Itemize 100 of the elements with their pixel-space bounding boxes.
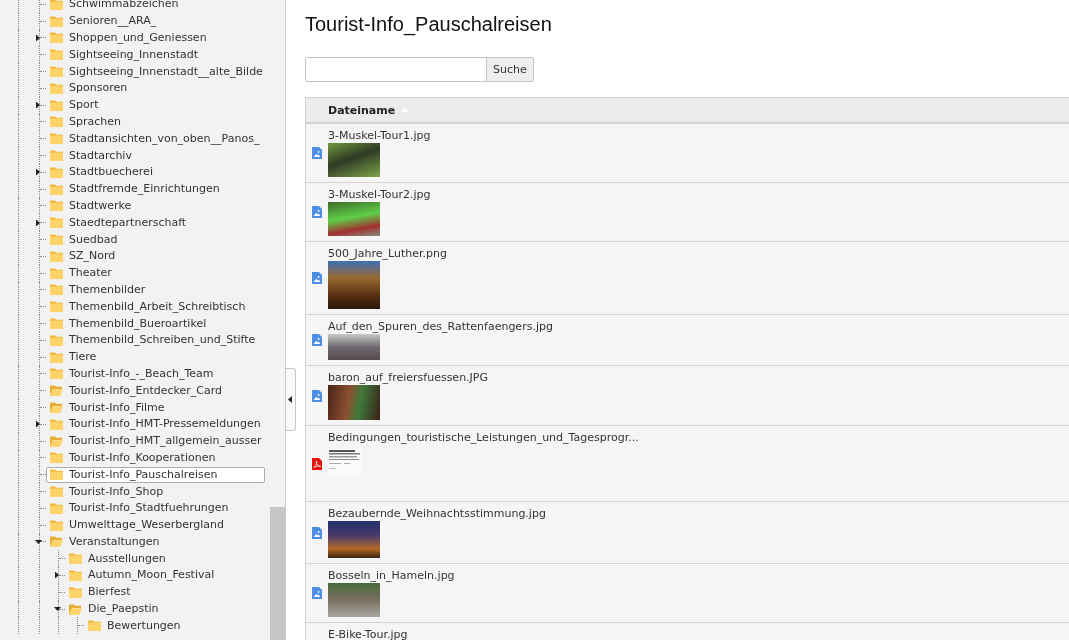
tree-item[interactable]: Tourist-Info_HMT-Pressemeldungen <box>46 416 265 433</box>
folder-icon <box>50 351 63 363</box>
photo-placeholder <box>328 261 380 309</box>
folder-icon <box>50 15 63 27</box>
tree-item[interactable]: Stadtbuecherei <box>46 164 265 181</box>
expand-arrow-icon[interactable] <box>36 168 40 176</box>
expand-arrow-icon[interactable] <box>36 34 40 42</box>
tree-item[interactable]: Themenbild_Bueroartikel <box>46 315 265 332</box>
tree-item[interactable]: Senioren__ARA_ <box>46 13 265 30</box>
open-folder-icon <box>50 385 63 397</box>
folder-icon <box>50 452 63 464</box>
open-folder-icon <box>69 603 82 615</box>
tree-item[interactable]: Sponsoren <box>46 80 265 97</box>
expand-arrow-icon[interactable] <box>36 420 40 428</box>
tree-item[interactable]: Tourist-Info_Shop <box>46 483 265 500</box>
folder-icon <box>50 334 63 346</box>
open-folder-icon <box>50 435 63 447</box>
column-header[interactable]: Dateiname <box>328 103 409 117</box>
tree-item[interactable]: Autumn_Moon_Festival <box>65 567 265 584</box>
search-field[interactable] <box>305 57 487 82</box>
collapse-arrow-icon[interactable] <box>35 539 42 544</box>
tree-item[interactable]: Themenbild_Arbeit_Schreibtisch <box>46 298 265 315</box>
tree-item[interactable]: Tourist-Info_Pauschalreisen <box>46 466 265 483</box>
file-name-link[interactable]: 3-Muskel-Tour1.jpg <box>328 129 431 142</box>
collapse-arrow-icon[interactable] <box>54 607 61 612</box>
folder-icon <box>50 502 63 514</box>
expand-arrow-icon[interactable] <box>36 101 40 109</box>
tree-item[interactable]: Tourist-Info_-_Beach_Team <box>46 365 265 382</box>
tree-item[interactable]: Umwelttage_Weserbergland <box>46 517 265 534</box>
tree-item[interactable]: Sprachen <box>46 113 265 130</box>
tree-item[interactable]: Theater <box>46 265 265 282</box>
folder-icon <box>50 49 63 61</box>
file-name-link[interactable]: Auf_den_Spuren_des_Rattenfaengers.jpg <box>328 320 553 333</box>
expand-arrow-icon[interactable] <box>55 572 59 579</box>
tree-item[interactable]: Schwimmabzeichen <box>46 0 265 13</box>
tree-item[interactable]: Stadtarchiv <box>46 147 265 164</box>
open-folder-icon <box>50 402 63 413</box>
scrollbar-thumb[interactable] <box>270 507 285 640</box>
image-file-icon <box>312 526 322 539</box>
folder-icon <box>50 200 63 212</box>
tree-item[interactable]: Tourist-Info_Stadtfuehrungen <box>46 500 265 517</box>
file-name-link[interactable]: Bosseln_in_Hameln.jpg <box>328 569 455 582</box>
file-name-link[interactable]: Bedingungen_touristische_Leistungen_und_Tagesprogr... <box>328 431 639 444</box>
tree-item[interactable]: Sport <box>46 97 265 114</box>
tree-item[interactable]: Veranstaltungen <box>46 533 265 550</box>
tree-item[interactable]: Stadtfremde_Einrichtungen <box>46 181 265 198</box>
pdf-file-icon <box>312 457 322 470</box>
tree-item[interactable]: Tourist-Info_Filme <box>46 399 265 416</box>
folder-icon <box>69 586 82 598</box>
search-button[interactable]: Suche <box>486 57 534 82</box>
folder-icon <box>50 486 63 497</box>
image-file-icon <box>312 334 322 346</box>
photo-placeholder <box>328 143 380 177</box>
tree-item[interactable]: Die_Paepstin <box>65 601 265 618</box>
tree-item[interactable]: Sightseeing_Innenstadt__alte_Bilde <box>46 63 265 80</box>
tree-item[interactable]: Tiere <box>46 349 265 366</box>
folder-icon <box>50 99 63 111</box>
tree-item[interactable]: Shoppen_und_Geniessen <box>46 30 265 46</box>
folder-icon <box>50 183 63 195</box>
tree-item[interactable]: Bierfest <box>65 584 265 601</box>
file-name-link[interactable]: baron_auf_freiersfuessen.JPG <box>328 371 488 384</box>
folder-icon <box>50 519 63 531</box>
folder-icon <box>69 570 82 581</box>
file-name-link[interactable]: Bezaubernde_Weihnachtsstimmung.jpg <box>328 507 546 520</box>
folder-icon <box>50 150 63 162</box>
tree-item[interactable]: Tourist-Info_HMT_allgemein_ausser <box>46 433 265 450</box>
tree-item[interactable]: Ausstellungen <box>65 550 265 567</box>
folder-icon <box>69 553 82 565</box>
tree-item[interactable]: Bewertungen <box>84 617 265 634</box>
photo-placeholder <box>328 385 380 420</box>
folder-icon <box>50 133 63 145</box>
folder-icon <box>50 267 63 279</box>
tree-item[interactable]: Stadtwerke <box>46 197 265 214</box>
tree-item[interactable]: Tourist-Info_Kooperationen <box>46 449 265 466</box>
tree-item[interactable]: Suedbad <box>46 231 265 248</box>
page-title: Tourist-Info_Pauschalreisen <box>305 12 552 36</box>
photo-placeholder <box>328 334 380 360</box>
folder-icon <box>50 66 63 78</box>
expand-arrow-icon[interactable] <box>36 219 40 227</box>
tree-item[interactable]: Themenbild_Schreiben_und_Stifte <box>46 332 265 349</box>
tree-item[interactable]: Sightseeing_Innenstadt <box>46 46 265 63</box>
image-file-icon <box>312 206 322 218</box>
image-file-icon <box>312 272 322 284</box>
sidebar-toggle-button[interactable] <box>286 368 296 431</box>
tree-item[interactable]: Stadtansichten_von_oben__Panos_ <box>46 130 265 147</box>
folder-icon <box>50 32 63 44</box>
folder-icon <box>50 301 63 313</box>
tree-item[interactable]: Staedtepartnerschaft <box>46 214 265 231</box>
folder-icon <box>50 0 63 10</box>
image-file-icon <box>312 389 322 402</box>
file-name-link[interactable]: E-Bike-Tour.jpg <box>328 628 408 640</box>
folder-icon <box>50 82 63 94</box>
open-folder-icon <box>50 536 63 548</box>
tree-item[interactable]: Tourist-Info_Entdecker_Card <box>46 382 265 399</box>
file-name-link[interactable]: 500_Jahre_Luther.png <box>328 247 447 260</box>
tree-item[interactable]: SZ_Nord <box>46 248 265 265</box>
file-name-link[interactable]: 3-Muskel-Tour2.jpg <box>328 188 431 201</box>
caret-left-icon <box>288 396 292 403</box>
folder-icon <box>50 368 63 380</box>
tree-item[interactable]: Themenbilder <box>46 281 265 298</box>
